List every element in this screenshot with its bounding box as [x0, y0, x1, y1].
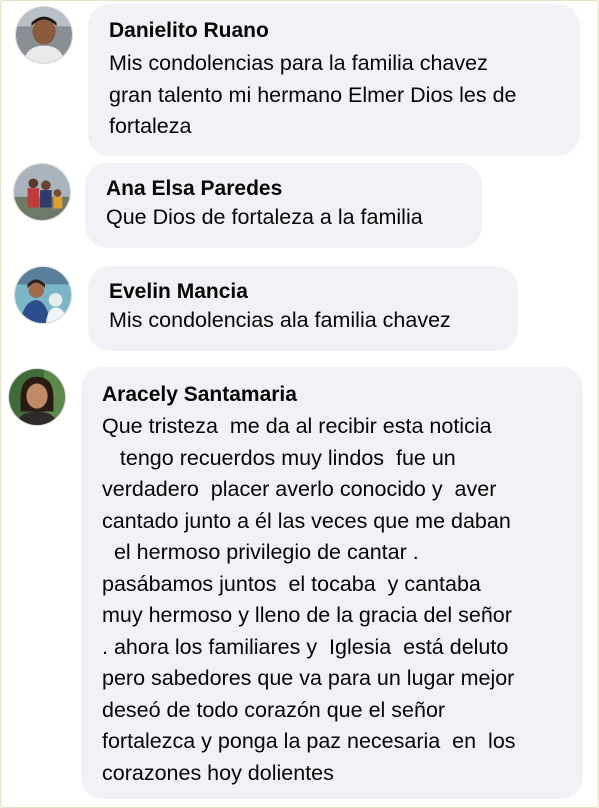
- comment-bubble: Evelin Mancia Mis condolencias ala famil…: [88, 266, 518, 351]
- comment-author[interactable]: Evelin Mancia: [109, 279, 518, 305]
- comment-author[interactable]: Danielito Ruano: [109, 18, 580, 44]
- comment-author[interactable]: Ana Elsa Paredes: [106, 176, 482, 202]
- comment-bubble: Ana Elsa Paredes Que Dios de fortaleza a…: [85, 163, 482, 248]
- comment-bubble: Danielito Ruano Mis condolencias para la…: [88, 4, 580, 156]
- avatar[interactable]: [15, 6, 73, 64]
- avatar[interactable]: [14, 266, 72, 324]
- comment-author[interactable]: Aracely Santamaria: [102, 382, 583, 408]
- comment-text: Que tristeza me da al recibir esta notic…: [102, 414, 516, 785]
- comment-bubble: Aracely Santamaria Que tristeza me da al…: [81, 367, 583, 799]
- comment-text: Mis condolencias ala familia chavez: [109, 308, 451, 332]
- comment-text: Mis condolencias para la familia chavez …: [109, 51, 517, 138]
- avatar[interactable]: [8, 368, 66, 426]
- comment-text: Que Dios de fortaleza a la familia: [106, 205, 423, 229]
- avatar[interactable]: [13, 163, 71, 221]
